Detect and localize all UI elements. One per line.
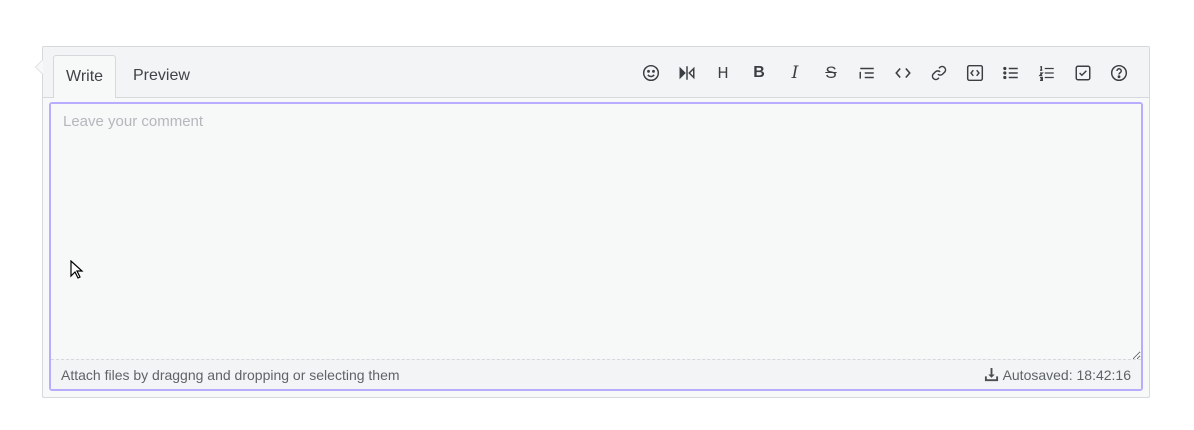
numbered-list-button[interactable] <box>1029 58 1065 88</box>
task-list-icon <box>1075 65 1091 81</box>
tab-preview[interactable]: Preview <box>121 55 202 97</box>
attach-files-text[interactable]: Attach files by draggng and dropping or … <box>61 367 400 383</box>
bold-button[interactable]: B <box>741 58 777 88</box>
quote-icon <box>859 67 874 79</box>
editor-footer: Attach files by draggng and dropping or … <box>51 359 1141 389</box>
strikethrough-button[interactable]: S <box>813 58 849 88</box>
mouse-cursor-icon <box>70 260 84 279</box>
inline-code-button[interactable] <box>885 58 921 88</box>
formatting-toolbar: H B I S <box>633 58 1137 88</box>
autosave-status: Autosaved: 18:42:16 <box>984 367 1131 383</box>
help-icon <box>1110 64 1128 82</box>
editor-pointer <box>35 59 43 75</box>
link-icon <box>931 65 947 81</box>
numbered-list-icon <box>1038 66 1054 81</box>
quote-button[interactable] <box>849 58 885 88</box>
tab-write[interactable]: Write <box>53 55 117 98</box>
comment-editor: Write Preview H B I S Leave your comment… <box>35 46 1150 398</box>
help-button[interactable] <box>1101 58 1137 88</box>
link-button[interactable] <box>921 58 957 88</box>
code-block-icon <box>966 64 984 82</box>
split-view-icon <box>679 66 695 80</box>
download-icon <box>984 367 998 382</box>
bullet-list-icon <box>1003 66 1018 80</box>
heading-button[interactable]: H <box>705 58 741 88</box>
editor-header: Write Preview H B I S <box>43 47 1149 98</box>
italic-icon: I <box>791 63 799 83</box>
bold-icon: B <box>753 64 765 81</box>
split-view-button[interactable] <box>669 58 705 88</box>
code-block-button[interactable] <box>957 58 993 88</box>
heading-icon: H <box>717 64 729 82</box>
bullet-list-button[interactable] <box>993 58 1029 88</box>
autosave-text: Autosaved: 18:42:16 <box>1002 366 1131 383</box>
emoji-button[interactable] <box>633 58 669 88</box>
comment-input-area: Attach files by draggng and dropping or … <box>49 102 1143 391</box>
strikethrough-icon: S <box>825 63 837 82</box>
italic-button[interactable]: I <box>777 58 813 88</box>
inline-code-icon <box>895 67 911 79</box>
comment-textarea[interactable] <box>51 104 1141 360</box>
emoji-icon <box>642 64 660 82</box>
task-list-button[interactable] <box>1065 58 1101 88</box>
